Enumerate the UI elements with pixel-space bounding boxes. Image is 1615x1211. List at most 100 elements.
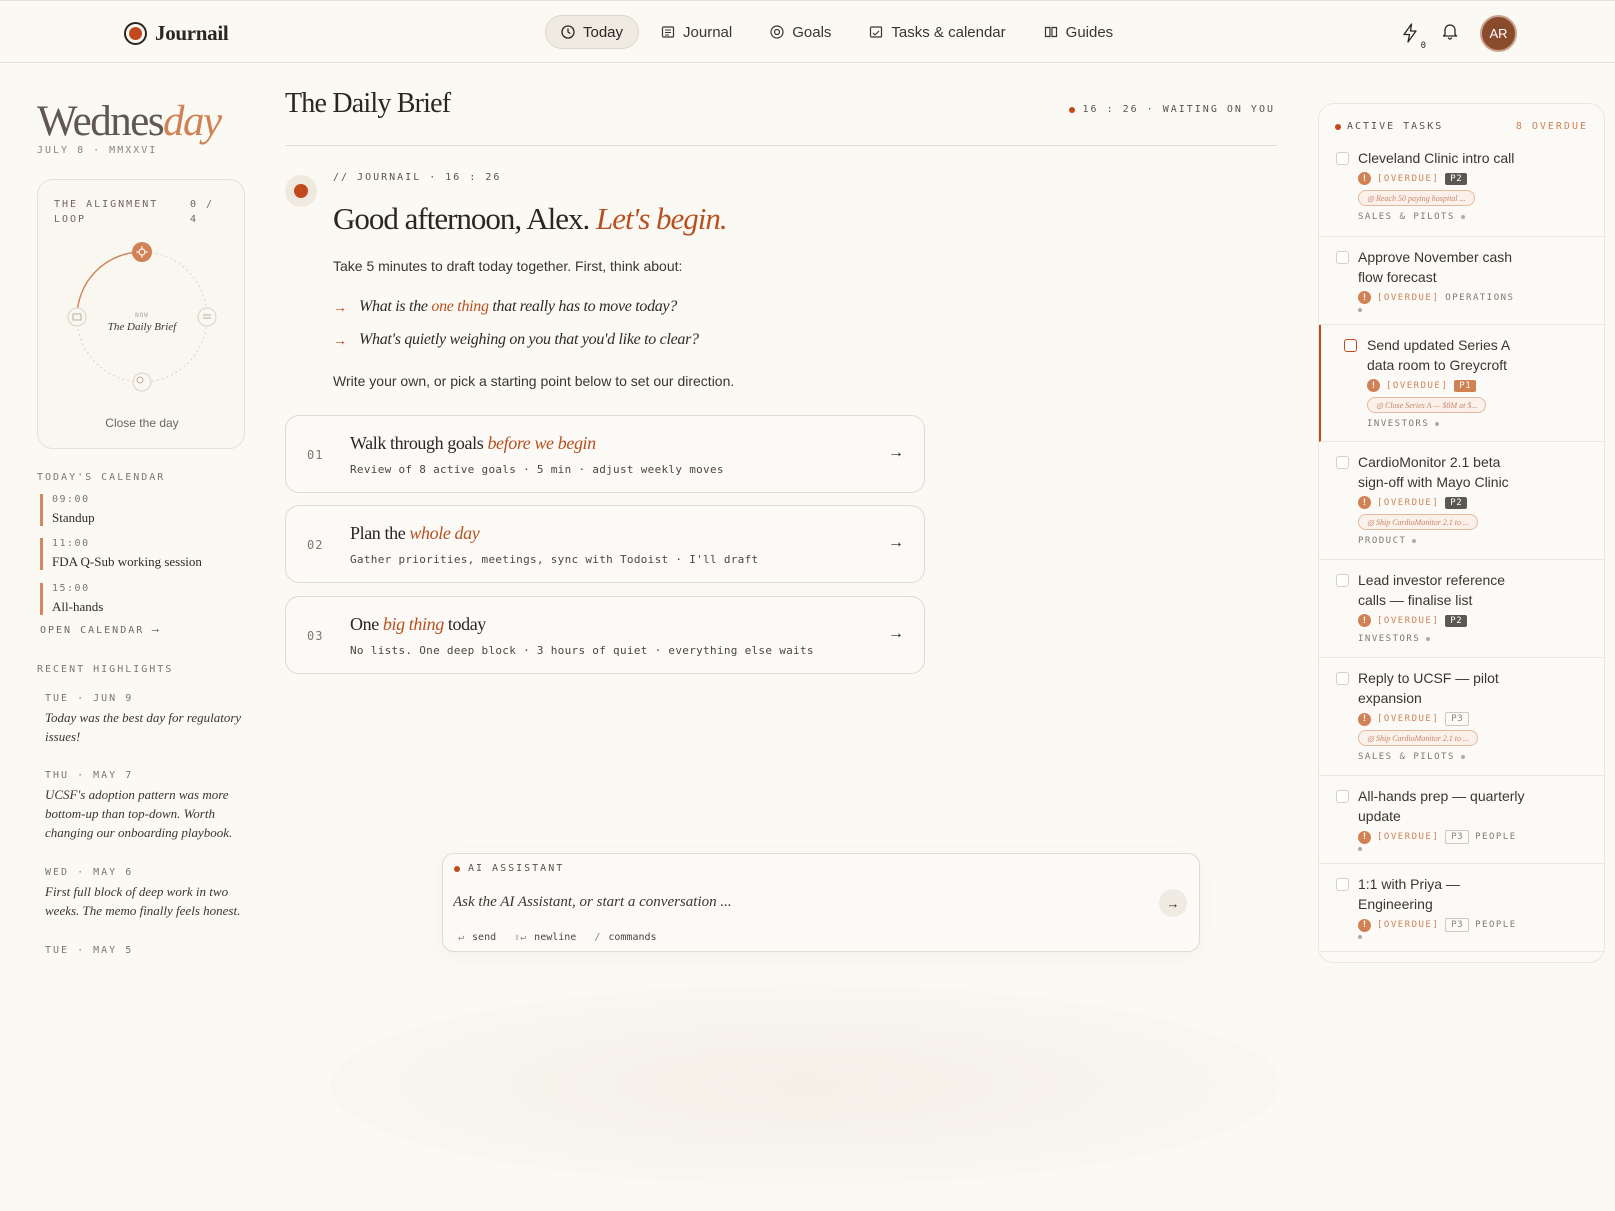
hint-label: send bbox=[472, 932, 497, 943]
greeting-plain: Good afternoon, Alex. bbox=[333, 201, 596, 236]
overdue-icon: ! bbox=[1358, 172, 1371, 185]
task-checkbox[interactable] bbox=[1336, 152, 1349, 165]
ai-assistant-composer: AI ASSISTANT → ↵ send ⇧↵ newline / commands bbox=[442, 853, 1200, 952]
goal-pill[interactable]: ◎ Ship CardioMonitor 2.1 to ... bbox=[1358, 514, 1479, 530]
task-title: Cleveland Clinic intro call bbox=[1358, 150, 1515, 166]
open-calendar-link[interactable]: OPEN CALENDAR ⟶ bbox=[40, 625, 160, 636]
highlight-text[interactable]: UCSF's adoption pattern was more bottom-… bbox=[45, 785, 245, 842]
task-checkbox[interactable] bbox=[1336, 672, 1349, 685]
app-logo[interactable]: Journail bbox=[124, 21, 229, 46]
highlight-text[interactable]: First full block of deep work in two wee… bbox=[45, 882, 245, 920]
highlight-text[interactable]: Today was the best day for regulatory is… bbox=[45, 708, 245, 746]
option-title-plain: Plan the bbox=[350, 523, 410, 543]
task-item[interactable]: CardioMonitor 2.1 beta sign-off with May… bbox=[1319, 442, 1604, 560]
event-time: 09:00 bbox=[52, 494, 90, 505]
reflection-prompt: → What is the one thing that really has … bbox=[333, 298, 677, 316]
task-footer: SALES & PILOTS bbox=[1358, 212, 1465, 222]
task-item[interactable]: Approve November cash flow forecast ! [O… bbox=[1319, 237, 1604, 325]
arrow-right-icon: → bbox=[888, 534, 904, 551]
task-checkbox[interactable] bbox=[1336, 456, 1349, 469]
task-category: INVESTORS bbox=[1367, 419, 1430, 429]
tasks-label: ACTIVE TASKS bbox=[1347, 121, 1444, 132]
active-tasks-panel: ACTIVE TASKS 8 OVERDUE Cleveland Clinic … bbox=[1318, 103, 1605, 963]
tasks-header: ACTIVE TASKS bbox=[1335, 121, 1443, 132]
arrow-right-icon: → bbox=[333, 299, 347, 315]
task-item[interactable]: Lead investor reference calls — finalise… bbox=[1319, 560, 1604, 658]
hint-key: ↵ bbox=[458, 932, 465, 943]
task-priority: P3 bbox=[1445, 712, 1470, 726]
option-number: 01 bbox=[307, 448, 324, 462]
task-checkbox[interactable] bbox=[1336, 251, 1349, 264]
task-item[interactable]: All-hands prep — quarterly update ! [OVE… bbox=[1319, 776, 1604, 864]
option-title-accent: before we begin bbox=[487, 433, 596, 453]
task-priority: P1 bbox=[1454, 379, 1477, 392]
nav-tasks-label: Tasks & calendar bbox=[891, 23, 1006, 41]
top-actions: 0 AR bbox=[1402, 15, 1517, 52]
brief-status-text: WAITING ON YOU bbox=[1162, 104, 1275, 115]
goal-pill[interactable]: ◎ Reach 50 paying hospital ... bbox=[1358, 190, 1475, 206]
task-checkbox[interactable] bbox=[1336, 790, 1349, 803]
task-title: Lead investor reference calls — finalise… bbox=[1358, 572, 1506, 608]
arrow-right-icon: → bbox=[1166, 895, 1180, 911]
day-date: JULY 8 · MMXXVI bbox=[37, 145, 158, 156]
close-the-day-link[interactable]: Close the day bbox=[38, 416, 246, 430]
task-checkbox[interactable] bbox=[1344, 339, 1357, 352]
task-item[interactable]: Cleveland Clinic intro call ! [OVERDUE] … bbox=[1319, 140, 1604, 237]
starting-option-big-thing[interactable]: 03 One big thing today No lists. One dee… bbox=[285, 596, 925, 674]
clock-icon bbox=[561, 25, 575, 39]
bolt-icon bbox=[1403, 22, 1417, 43]
calendar-icon bbox=[869, 25, 883, 39]
dot-icon bbox=[1412, 539, 1417, 543]
highlights-section-label: RECENT HIGHLIGHTS bbox=[37, 664, 174, 675]
hint-commands: / commands bbox=[594, 932, 656, 943]
reflection-prompt: → What's quietly weighing on you that yo… bbox=[333, 331, 699, 349]
day-title-plain: Wednes bbox=[37, 98, 165, 145]
bolt-button[interactable]: 0 bbox=[1402, 22, 1426, 51]
nav-guides[interactable]: Guides bbox=[1028, 15, 1130, 49]
prompt-text: What is the one thing that really has to… bbox=[359, 298, 677, 316]
assistant-input[interactable] bbox=[453, 889, 1133, 915]
avatar[interactable]: AR bbox=[1480, 15, 1517, 52]
task-meta: ! [OVERDUE] P3 bbox=[1358, 712, 1470, 726]
task-checkbox[interactable] bbox=[1336, 574, 1349, 587]
nav-journal[interactable]: Journal bbox=[645, 15, 748, 49]
bell-icon[interactable] bbox=[1442, 22, 1458, 45]
overdue-icon: ! bbox=[1358, 496, 1371, 509]
nav-goals[interactable]: Goals bbox=[754, 15, 847, 49]
task-status: [OVERDUE] bbox=[1377, 292, 1440, 303]
event-time: 15:00 bbox=[52, 583, 90, 594]
goal-pill[interactable]: ◎ Close Series A — $8M at $... bbox=[1367, 397, 1487, 413]
calendar-event[interactable]: 15:00 All-hands bbox=[40, 583, 103, 615]
task-item[interactable]: 1:1 with Priya — Engineering ! [OVERDUE]… bbox=[1319, 864, 1604, 952]
assistant-label-text: AI ASSISTANT bbox=[468, 863, 565, 874]
task-meta: ! [OVERDUE] P3 PEOPLE bbox=[1358, 830, 1517, 844]
task-meta: ! [OVERDUE] P2 bbox=[1358, 614, 1468, 627]
arrow-right-icon: → bbox=[333, 332, 347, 348]
calendar-event[interactable]: 11:00 FDA Q-Sub working session bbox=[40, 538, 202, 570]
task-status: [OVERDUE] bbox=[1377, 714, 1440, 724]
nav-tasks-calendar[interactable]: Tasks & calendar bbox=[853, 15, 1021, 49]
day-title: Wednesday bbox=[37, 97, 222, 146]
task-checkbox[interactable] bbox=[1336, 878, 1349, 891]
task-category: PRODUCT bbox=[1358, 536, 1407, 546]
starting-option-goals[interactable]: 01 Walk through goals before we begin Re… bbox=[285, 415, 925, 493]
send-button[interactable]: → bbox=[1159, 889, 1187, 917]
divider bbox=[285, 145, 1277, 146]
loop-now-label: NOW bbox=[135, 312, 149, 319]
dot-icon bbox=[1460, 215, 1465, 219]
starting-option-plan-day[interactable]: 02 Plan the whole day Gather priorities,… bbox=[285, 505, 925, 583]
arrow-right-icon: → bbox=[888, 444, 904, 461]
calendar-event[interactable]: 09:00 Standup bbox=[40, 494, 95, 526]
task-item-selected[interactable]: Send updated Series A data room to Greyc… bbox=[1319, 325, 1604, 442]
task-status: [OVERDUE] bbox=[1386, 380, 1449, 391]
highlight-date: WED · MAY 6 bbox=[45, 867, 134, 878]
task-meta: ! [OVERDUE] P1 bbox=[1367, 379, 1477, 392]
loop-count: 0 / 4 bbox=[190, 199, 215, 225]
event-title: Standup bbox=[52, 510, 95, 525]
option-description: No lists. One deep block · 3 hours of qu… bbox=[350, 644, 814, 657]
task-title: Approve November cash flow forecast bbox=[1358, 249, 1513, 285]
task-item[interactable]: Reply to UCSF — pilot expansion ! [OVERD… bbox=[1319, 658, 1604, 776]
nav-today[interactable]: Today bbox=[545, 15, 640, 49]
task-category: PEOPLE bbox=[1475, 832, 1517, 842]
goal-pill[interactable]: ◎ Ship CardioMonitor 2.1 to ... bbox=[1358, 730, 1479, 746]
